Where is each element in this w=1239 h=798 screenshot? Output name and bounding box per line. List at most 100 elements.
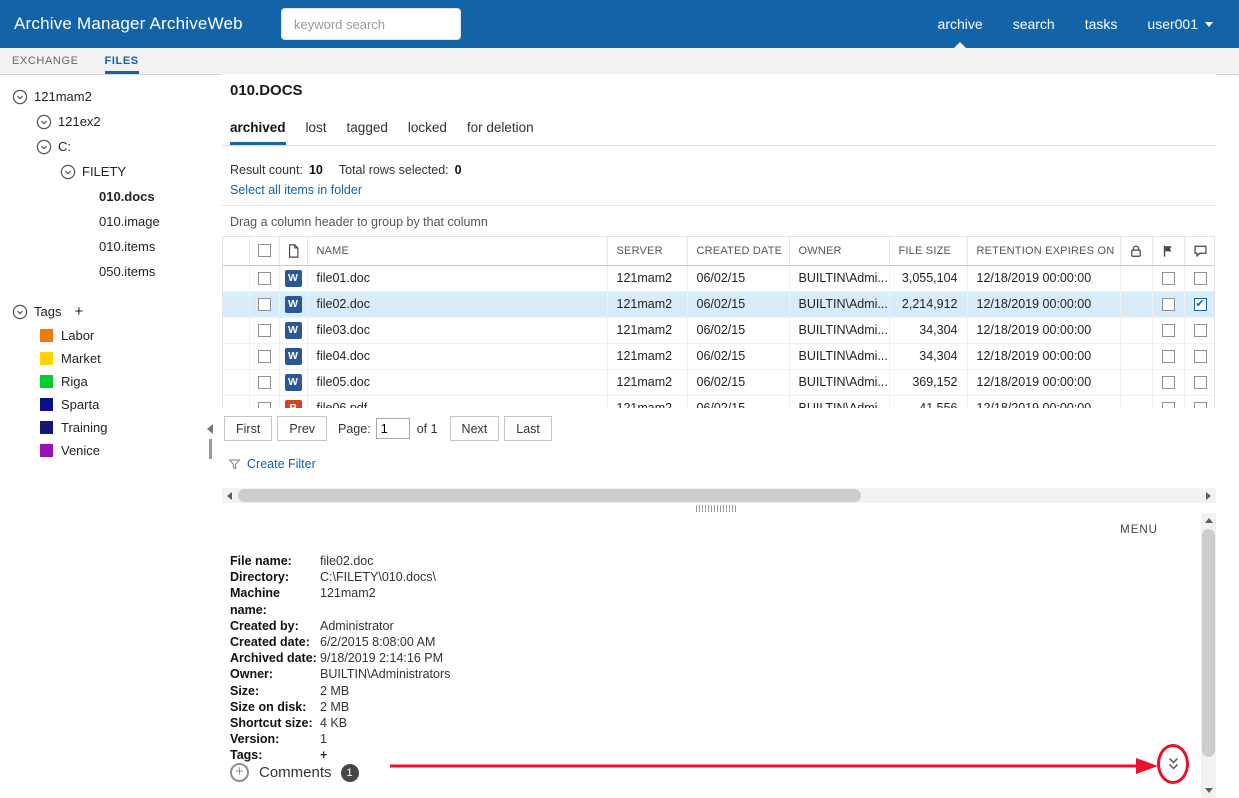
panel-splitter-grip[interactable] <box>696 505 738 512</box>
comment-checkbox[interactable] <box>1193 376 1207 390</box>
select-all-items-link[interactable]: Select all items in folder <box>230 183 362 197</box>
splitter-grip[interactable] <box>208 439 212 459</box>
next-page-button[interactable]: Next <box>449 416 500 441</box>
expander-icon[interactable] <box>36 114 52 130</box>
flag-checkbox[interactable] <box>1161 376 1175 390</box>
flag-checkbox[interactable] <box>1161 402 1175 408</box>
horizontal-scrollbar-thumb[interactable] <box>238 489 861 502</box>
flag-checkbox[interactable] <box>1161 350 1175 364</box>
tab-lost[interactable]: lost <box>306 120 327 145</box>
file-type-column-header[interactable] <box>279 237 308 266</box>
comment-checkbox[interactable] <box>1193 297 1207 312</box>
nav-search[interactable]: search <box>1013 0 1055 48</box>
first-page-button[interactable]: First <box>224 416 273 441</box>
select-all-checkbox[interactable] <box>257 244 271 258</box>
tree-item-010-items[interactable]: 010.items <box>0 234 215 259</box>
cell-size: 34,304 <box>889 343 968 370</box>
column-header-name[interactable]: NAME <box>307 237 608 266</box>
last-page-button[interactable]: Last <box>504 416 552 441</box>
sidebar-splitter[interactable] <box>203 424 217 468</box>
tree-item-tags[interactable]: Tags + <box>0 299 215 324</box>
scroll-down-button[interactable] <box>1201 783 1216 798</box>
vertical-scrollbar-thumb[interactable] <box>1202 529 1215 757</box>
details-menu-button[interactable]: MENU <box>1120 524 1158 536</box>
cell-created: 06/02/15 <box>687 317 790 344</box>
scroll-right-button[interactable] <box>1201 488 1216 503</box>
flag-checkbox[interactable] <box>1161 272 1175 286</box>
expander-icon[interactable] <box>36 139 52 155</box>
column-header-server[interactable]: SERVER <box>607 237 688 266</box>
table-row[interactable]: W file03.doc 121mam2 06/02/15 BUILTIN\Ad… <box>223 317 1214 344</box>
table-row[interactable]: W file01.doc 121mam2 06/02/15 BUILTIN\Ad… <box>223 265 1214 292</box>
tab-files[interactable]: FILES <box>104 55 139 74</box>
comment-checkbox[interactable] <box>1193 272 1207 286</box>
tab-for-deletion[interactable]: for deletion <box>467 120 534 145</box>
collapse-sidebar-icon[interactable] <box>207 424 213 434</box>
flag-checkbox[interactable] <box>1161 298 1175 312</box>
keyword-search-input[interactable] <box>281 8 461 40</box>
vertical-scrollbar[interactable] <box>1201 513 1216 798</box>
cell-lock <box>1120 395 1153 408</box>
scroll-up-button[interactable] <box>1201 513 1216 528</box>
tag-training[interactable]: Training <box>0 416 215 439</box>
tab-tagged[interactable]: tagged <box>347 120 388 145</box>
row-checkbox[interactable] <box>257 272 271 286</box>
tree-item-050-items[interactable]: 050.items <box>0 259 215 284</box>
comment-checkbox[interactable] <box>1193 350 1207 364</box>
comment-column-header[interactable] <box>1184 237 1214 266</box>
expander-icon[interactable] <box>12 304 28 320</box>
row-checkbox[interactable] <box>257 324 271 338</box>
tree-item-c-drive[interactable]: C: <box>0 134 215 159</box>
row-checkbox[interactable] <box>257 402 271 408</box>
horizontal-scrollbar[interactable] <box>222 488 1216 503</box>
nav-user-menu[interactable]: user001 <box>1147 0 1213 48</box>
files-main-panel: 010.DOCS archived lost tagged locked for… <box>222 74 1216 513</box>
tree-item-010-image[interactable]: 010.image <box>0 209 215 234</box>
tag-sparta[interactable]: Sparta <box>0 393 215 416</box>
archiveweb-app: Archive Manager ArchiveWeb archive searc… <box>0 0 1239 798</box>
tab-exchange[interactable]: EXCHANGE <box>12 55 79 74</box>
comment-checkbox[interactable] <box>1193 402 1207 408</box>
prev-page-button[interactable]: Prev <box>277 416 328 441</box>
row-checkbox[interactable] <box>257 298 271 312</box>
tab-archived[interactable]: archived <box>230 120 286 145</box>
tree-item-filety[interactable]: FILETY <box>0 159 215 184</box>
column-header-owner[interactable]: OWNER <box>789 237 890 266</box>
add-tag-button[interactable]: + <box>74 303 83 320</box>
nav-archive[interactable]: archive <box>938 0 983 48</box>
lock-column-header[interactable] <box>1120 237 1153 266</box>
column-header-retention[interactable]: RETENTION EXPIRES ON <box>967 237 1121 266</box>
comment-checkbox[interactable] <box>1193 324 1207 338</box>
tab-locked[interactable]: locked <box>408 120 447 145</box>
tag-color-swatch <box>40 444 53 457</box>
tag-venice[interactable]: Venice <box>0 439 215 462</box>
tree-item-010-docs[interactable]: 010.docs <box>0 184 215 209</box>
tag-labor[interactable]: Labor <box>0 324 215 347</box>
flag-column-header[interactable] <box>1152 237 1185 266</box>
expander-icon[interactable] <box>60 164 76 180</box>
result-count-value: 10 <box>308 163 323 177</box>
cell-retention: 12/18/2019 00:00:00 <box>967 343 1121 370</box>
flag-checkbox[interactable] <box>1161 324 1175 338</box>
table-row[interactable]: W file02.doc 121mam2 06/02/15 BUILTIN\Ad… <box>223 291 1214 318</box>
add-comment-icon[interactable] <box>230 763 249 782</box>
expand-comments-button[interactable] <box>1167 756 1180 772</box>
tag-riga[interactable]: Riga <box>0 370 215 393</box>
scroll-left-button[interactable] <box>222 488 237 503</box>
table-row[interactable]: W file05.doc 121mam2 06/02/15 BUILTIN\Ad… <box>223 369 1214 396</box>
page-number-input[interactable] <box>375 418 410 439</box>
expander-icon[interactable] <box>12 89 28 105</box>
row-checkbox[interactable] <box>257 350 271 364</box>
tag-market[interactable]: Market <box>0 347 215 370</box>
tree-item-121mam2[interactable]: 121mam2 <box>0 84 215 109</box>
column-header-created-date[interactable]: CREATED DATE <box>687 237 790 266</box>
column-header-file-size[interactable]: FILE SIZE <box>889 237 968 266</box>
nav-tasks[interactable]: tasks <box>1085 0 1118 48</box>
add-tag-button[interactable]: + <box>320 747 327 763</box>
row-checkbox[interactable] <box>257 376 271 390</box>
table-row[interactable]: P file06.pdf 121mam2 06/02/15 BUILTIN\Ad… <box>223 395 1214 408</box>
table-row[interactable]: W file04.doc 121mam2 06/02/15 BUILTIN\Ad… <box>223 343 1214 370</box>
create-filter-link[interactable]: Create Filter <box>228 457 316 471</box>
tree-item-121ex2[interactable]: 121ex2 <box>0 109 215 134</box>
property-row-tags: Tags: + <box>230 747 328 763</box>
